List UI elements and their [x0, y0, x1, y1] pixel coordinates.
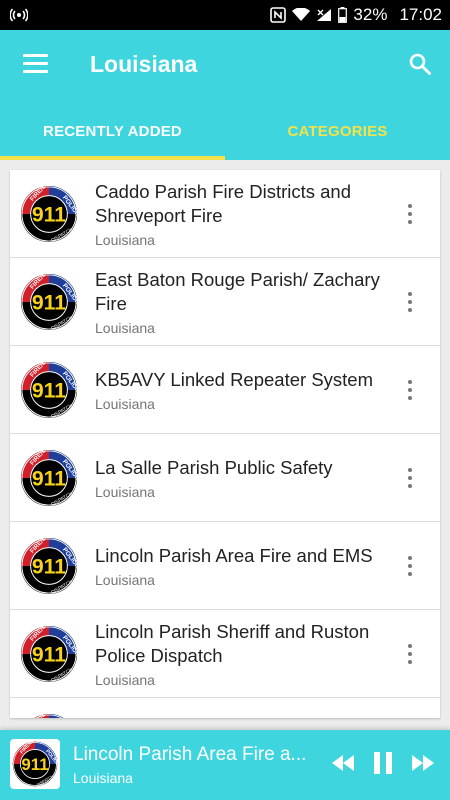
dispatch-logo-icon: FIRE/EMS POLICE 911 DISPATCH — [20, 176, 81, 243]
toolbar: Louisiana — [0, 30, 450, 102]
tab-indicator — [0, 156, 225, 160]
item-title: East Baton Rouge Parish/ Zachary Fire — [95, 268, 380, 314]
svg-text:911: 911 — [32, 554, 66, 578]
svg-text:911: 911 — [32, 378, 66, 402]
dispatch-logo-icon: FIRE/EMS POLICE 911 DISPATCH — [20, 528, 81, 595]
list-item[interactable]: FIRE/EMS POLICE 911 DISPATCH Lincoln Par… — [10, 610, 440, 698]
nfc-icon — [270, 7, 287, 23]
mini-player[interactable]: FIRE/EMS POLICE 911 DISPATCH Lincoln Par… — [0, 730, 450, 800]
item-subtitle: Louisiana — [95, 483, 155, 500]
list-item[interactable]: FIRE/EMS POLICE 911 DISPATCH Lincoln Par… — [10, 522, 440, 610]
dispatch-logo-icon: FIRE/EMS POLICE 911 DISPATCH — [20, 352, 81, 419]
tab-recently-added[interactable]: RECENTLY ADDED — [0, 102, 225, 160]
list-item[interactable]: FIRE/EMS POLICE 911 DISPATCH KB5AVY Link… — [10, 346, 440, 434]
list-item[interactable]: FIRE/EMS POLICE 911 DISPATCH Caddo Paris… — [10, 170, 440, 258]
item-subtitle: Louisiana — [95, 571, 155, 588]
battery-percent: 32% — [353, 5, 388, 24]
broadcast-icon — [10, 8, 28, 22]
item-subtitle: Louisiana — [95, 671, 155, 688]
svg-text:911: 911 — [32, 466, 66, 490]
more-options-icon[interactable] — [400, 258, 420, 345]
tab-bar: RECENTLY ADDED CATEGORIES — [0, 102, 450, 160]
svg-text:911: 911 — [32, 290, 66, 314]
station-list: FIRE/EMS POLICE 911 DISPATCH Caddo Paris… — [10, 170, 440, 718]
app-bar: Louisiana RECENTLY ADDED CATEGORIES — [0, 30, 450, 160]
svg-text:911: 911 — [21, 755, 48, 774]
item-title: Lincoln Parish Sheriff and Ruston Police… — [95, 620, 370, 666]
more-options-icon[interactable] — [400, 610, 420, 697]
list-item[interactable]: FIRE/EMS POLICE 911 DISPATCH La Salle Pa… — [10, 434, 440, 522]
clock: 17:02 — [399, 5, 442, 24]
item-subtitle: Louisiana — [95, 319, 155, 336]
wifi-icon — [292, 8, 311, 22]
more-options-icon[interactable] — [400, 522, 420, 609]
item-title: Lincoln Parish Area Fire and EMS — [95, 544, 373, 566]
status-bar: 32% 17:02 — [0, 0, 450, 30]
svg-text:911: 911 — [32, 642, 66, 666]
item-subtitle: Louisiana — [95, 231, 155, 248]
dispatch-logo-icon: FIRE/EMS POLICE 911 DISPATCH — [20, 264, 81, 331]
player-title: Lincoln Parish Area Fire a... — [73, 744, 307, 765]
more-options-icon[interactable] — [400, 170, 420, 257]
item-subtitle: Louisiana — [95, 395, 155, 412]
search-icon[interactable] — [408, 52, 432, 81]
rewind-icon[interactable] — [330, 752, 356, 779]
list-item-partial[interactable]: FIRE/EMS POLICE 911 DISPATCH — [10, 698, 440, 718]
pause-icon[interactable] — [372, 751, 394, 780]
list-item[interactable]: FIRE/EMS POLICE 911 DISPATCH East Baton … — [10, 258, 440, 346]
more-options-icon[interactable] — [400, 434, 420, 521]
battery-icon — [338, 7, 348, 23]
item-title: Caddo Parish Fire Districts and Shrevepo… — [95, 180, 352, 226]
dispatch-logo-icon: FIRE/EMS POLICE 911 DISPATCH — [20, 440, 81, 507]
signal-icon — [316, 8, 332, 22]
dispatch-logo-icon: FIRE/EMS POLICE 911 DISPATCH — [20, 616, 81, 683]
item-title: La Salle Parish Public Safety — [95, 456, 333, 478]
item-title: KB5AVY Linked Repeater System — [95, 368, 373, 390]
svg-text:911: 911 — [32, 202, 66, 226]
page-title: Louisiana — [90, 51, 198, 77]
dispatch-logo-icon: FIRE/EMS POLICE 911 DISPATCH — [10, 733, 61, 789]
menu-icon[interactable] — [23, 54, 48, 74]
tab-categories[interactable]: CATEGORIES — [225, 102, 450, 160]
player-subtitle: Louisiana — [73, 770, 133, 786]
fast-forward-icon[interactable] — [410, 752, 436, 779]
more-options-icon[interactable] — [400, 346, 420, 433]
dispatch-logo-icon: FIRE/EMS POLICE 911 DISPATCH — [20, 704, 78, 718]
